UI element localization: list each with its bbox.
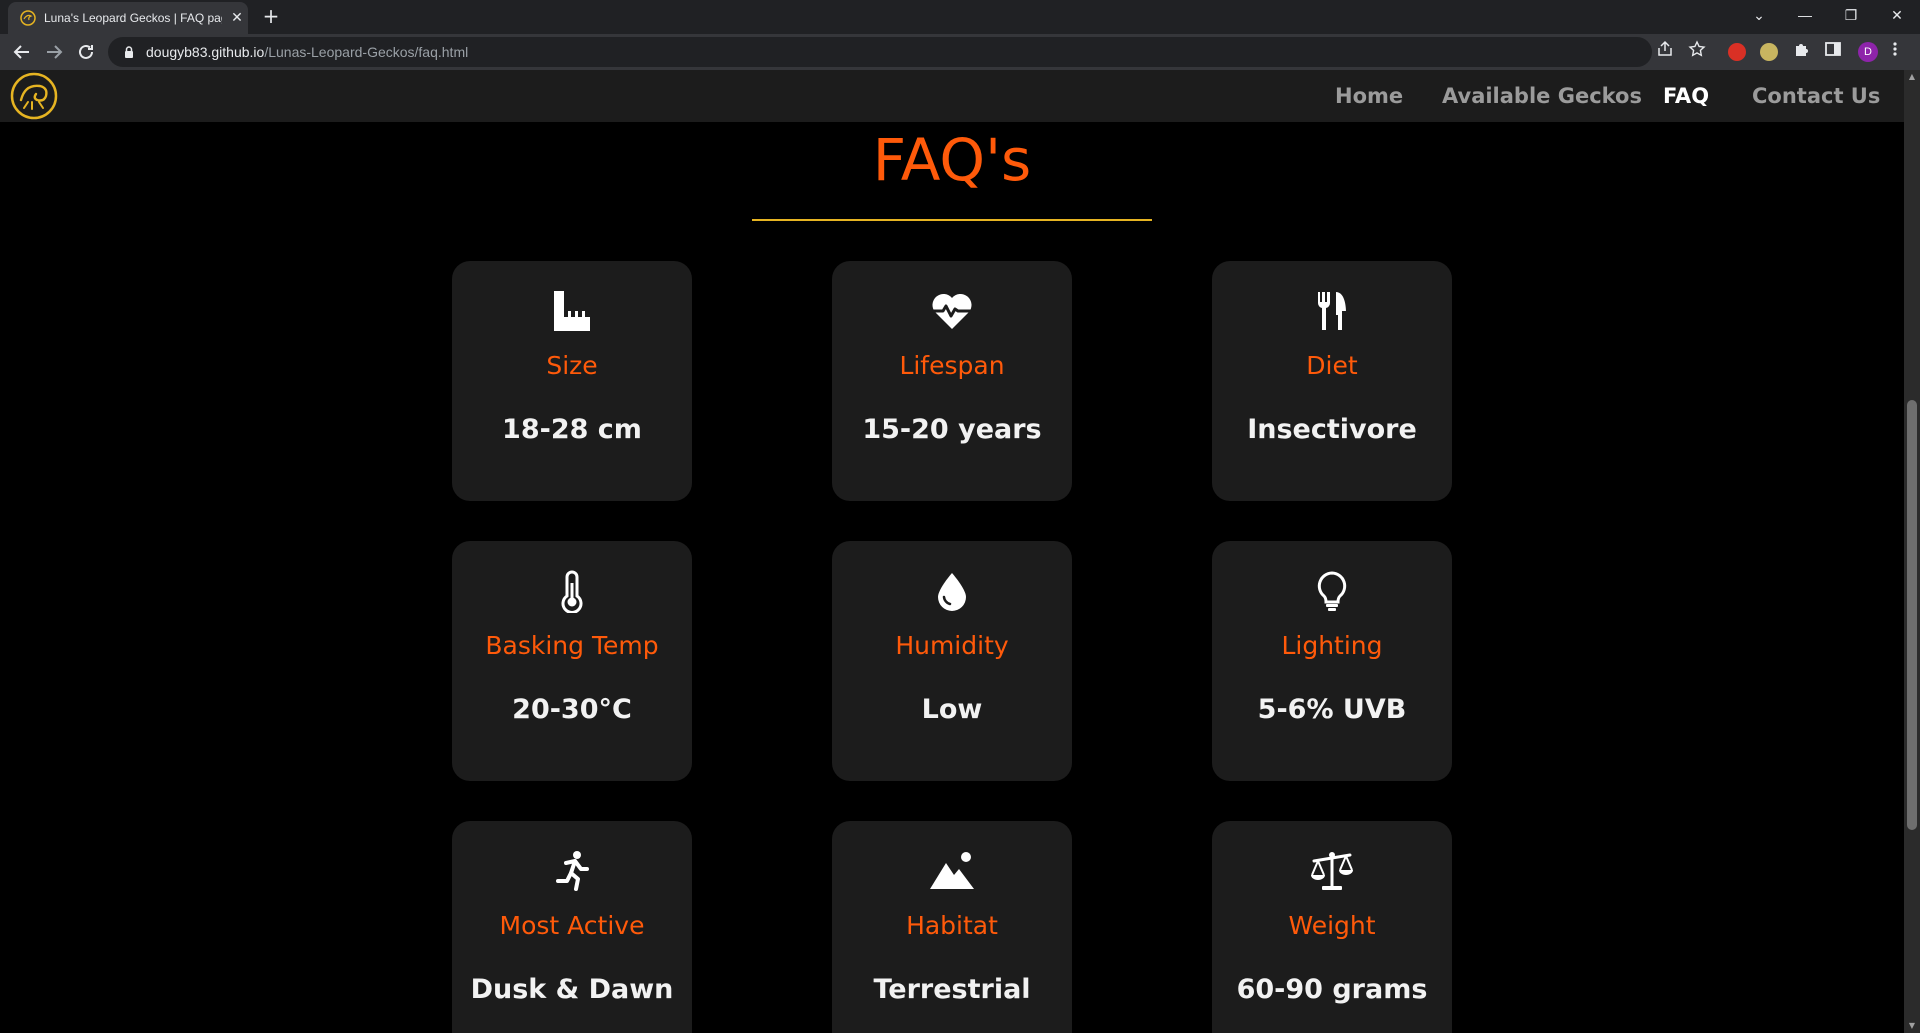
faq-card-lighting: Lighting 5-6% UVB: [1212, 541, 1452, 781]
faq-label: Humidity: [895, 631, 1009, 660]
tab-close-icon[interactable]: ✕: [228, 10, 246, 26]
faq-value: 5-6% UVB: [1257, 694, 1407, 725]
site-navbar: Home Available Geckos FAQ Contact Us: [0, 70, 1904, 122]
browser-tab[interactable]: Luna's Leopard Geckos | FAQ page ✕: [8, 2, 248, 34]
url-text: dougyb83.github.io/Lunas-Leopard-Geckos/…: [146, 44, 468, 60]
nav-faq[interactable]: FAQ: [1663, 84, 1709, 108]
thermometer-icon: [561, 570, 583, 613]
nav-home[interactable]: Home: [1335, 84, 1403, 108]
faq-card-size: Size 18-28 cm: [452, 261, 692, 501]
page-title: FAQ's: [872, 126, 1032, 194]
faq-value: 20-30°C: [512, 694, 632, 725]
browser-tab-strip: Luna's Leopard Geckos | FAQ page ✕ + ⌄ —…: [0, 0, 1920, 34]
faq-card-diet: Diet Insectivore: [1212, 261, 1452, 501]
url-path: /Lunas-Leopard-Geckos/faq.html: [264, 44, 469, 60]
faq-label: Weight: [1288, 911, 1376, 940]
kebab-menu-icon[interactable]: [1886, 40, 1904, 58]
minimize-button[interactable]: —: [1782, 0, 1828, 30]
faq-label: Lifespan: [899, 351, 1005, 380]
faq-label: Most Active: [499, 911, 645, 940]
faq-card-weight: Weight 60-90 grams: [1212, 821, 1452, 1033]
nav-contact-us[interactable]: Contact Us: [1752, 84, 1880, 108]
address-bar[interactable]: dougyb83.github.io/Lunas-Leopard-Geckos/…: [108, 37, 1652, 67]
ruler-icon: [554, 291, 590, 331]
utensils-icon: [1317, 292, 1346, 330]
back-arrow-icon[interactable]: [10, 40, 34, 64]
restore-button[interactable]: ❐: [1828, 0, 1874, 30]
scale-icon: [1311, 852, 1353, 890]
heart-pulse-icon: [932, 293, 972, 329]
share-icon[interactable]: [1656, 40, 1674, 58]
faq-value: Terrestrial: [873, 974, 1031, 1005]
lightbulb-icon: [1317, 571, 1347, 611]
scroll-down-arrow-icon[interactable]: ▼: [1904, 1019, 1920, 1033]
mountain-icon: [930, 852, 974, 889]
browser-toolbar: dougyb83.github.io/Lunas-Leopard-Geckos/…: [0, 34, 1920, 70]
tab-search-icon[interactable]: ⌄: [1736, 0, 1782, 30]
nav-available-geckos[interactable]: Available Geckos: [1442, 84, 1642, 108]
new-tab-button[interactable]: +: [260, 6, 282, 28]
faq-value: Low: [921, 694, 983, 725]
scrollbar-thumb[interactable]: [1907, 400, 1917, 830]
droplet-icon: [938, 573, 966, 611]
heading-divider: [752, 219, 1152, 221]
faq-label: Diet: [1306, 351, 1358, 380]
running-person-icon: [556, 851, 589, 891]
faq-value: 15-20 years: [862, 414, 1042, 445]
profile-avatar[interactable]: D: [1858, 42, 1878, 62]
faq-value: 60-90 grams: [1236, 974, 1428, 1005]
tab-title: Luna's Leopard Geckos | FAQ page: [44, 11, 222, 25]
scroll-up-arrow-icon[interactable]: ▲: [1904, 70, 1920, 84]
side-panel-icon[interactable]: [1824, 40, 1842, 58]
faq-card-basking-temp: Basking Temp 20-30°C: [452, 541, 692, 781]
extensions-puzzle-icon[interactable]: [1792, 40, 1810, 58]
gecko-logo-icon[interactable]: [10, 72, 58, 120]
faq-label: Basking Temp: [485, 631, 659, 660]
faq-value: Dusk & Dawn: [470, 974, 674, 1005]
faq-label: Size: [546, 351, 598, 380]
close-window-button[interactable]: ✕: [1874, 0, 1920, 30]
faq-label: Lighting: [1281, 631, 1383, 660]
bookmark-star-icon[interactable]: [1688, 40, 1706, 58]
faq-card-lifespan: Lifespan 15-20 years: [832, 261, 1072, 501]
page-viewport: Home Available Geckos FAQ Contact Us FAQ…: [0, 70, 1904, 1033]
forward-arrow-icon[interactable]: [42, 40, 66, 64]
faq-value: Insectivore: [1247, 414, 1417, 445]
faq-card-habitat: Habitat Terrestrial: [832, 821, 1072, 1033]
faq-card-most-active: Most Active Dusk & Dawn: [452, 821, 692, 1033]
faq-value: 18-28 cm: [502, 414, 642, 445]
gecko-logo-icon: [20, 10, 36, 26]
faq-card-humidity: Humidity Low: [832, 541, 1072, 781]
reload-icon[interactable]: [74, 40, 98, 64]
extension-red-icon[interactable]: [1728, 43, 1746, 61]
extension-yellow-icon[interactable]: [1760, 43, 1778, 61]
lock-icon: [125, 46, 133, 58]
url-host: dougyb83.github.io: [146, 44, 265, 60]
faq-label: Habitat: [906, 911, 998, 940]
